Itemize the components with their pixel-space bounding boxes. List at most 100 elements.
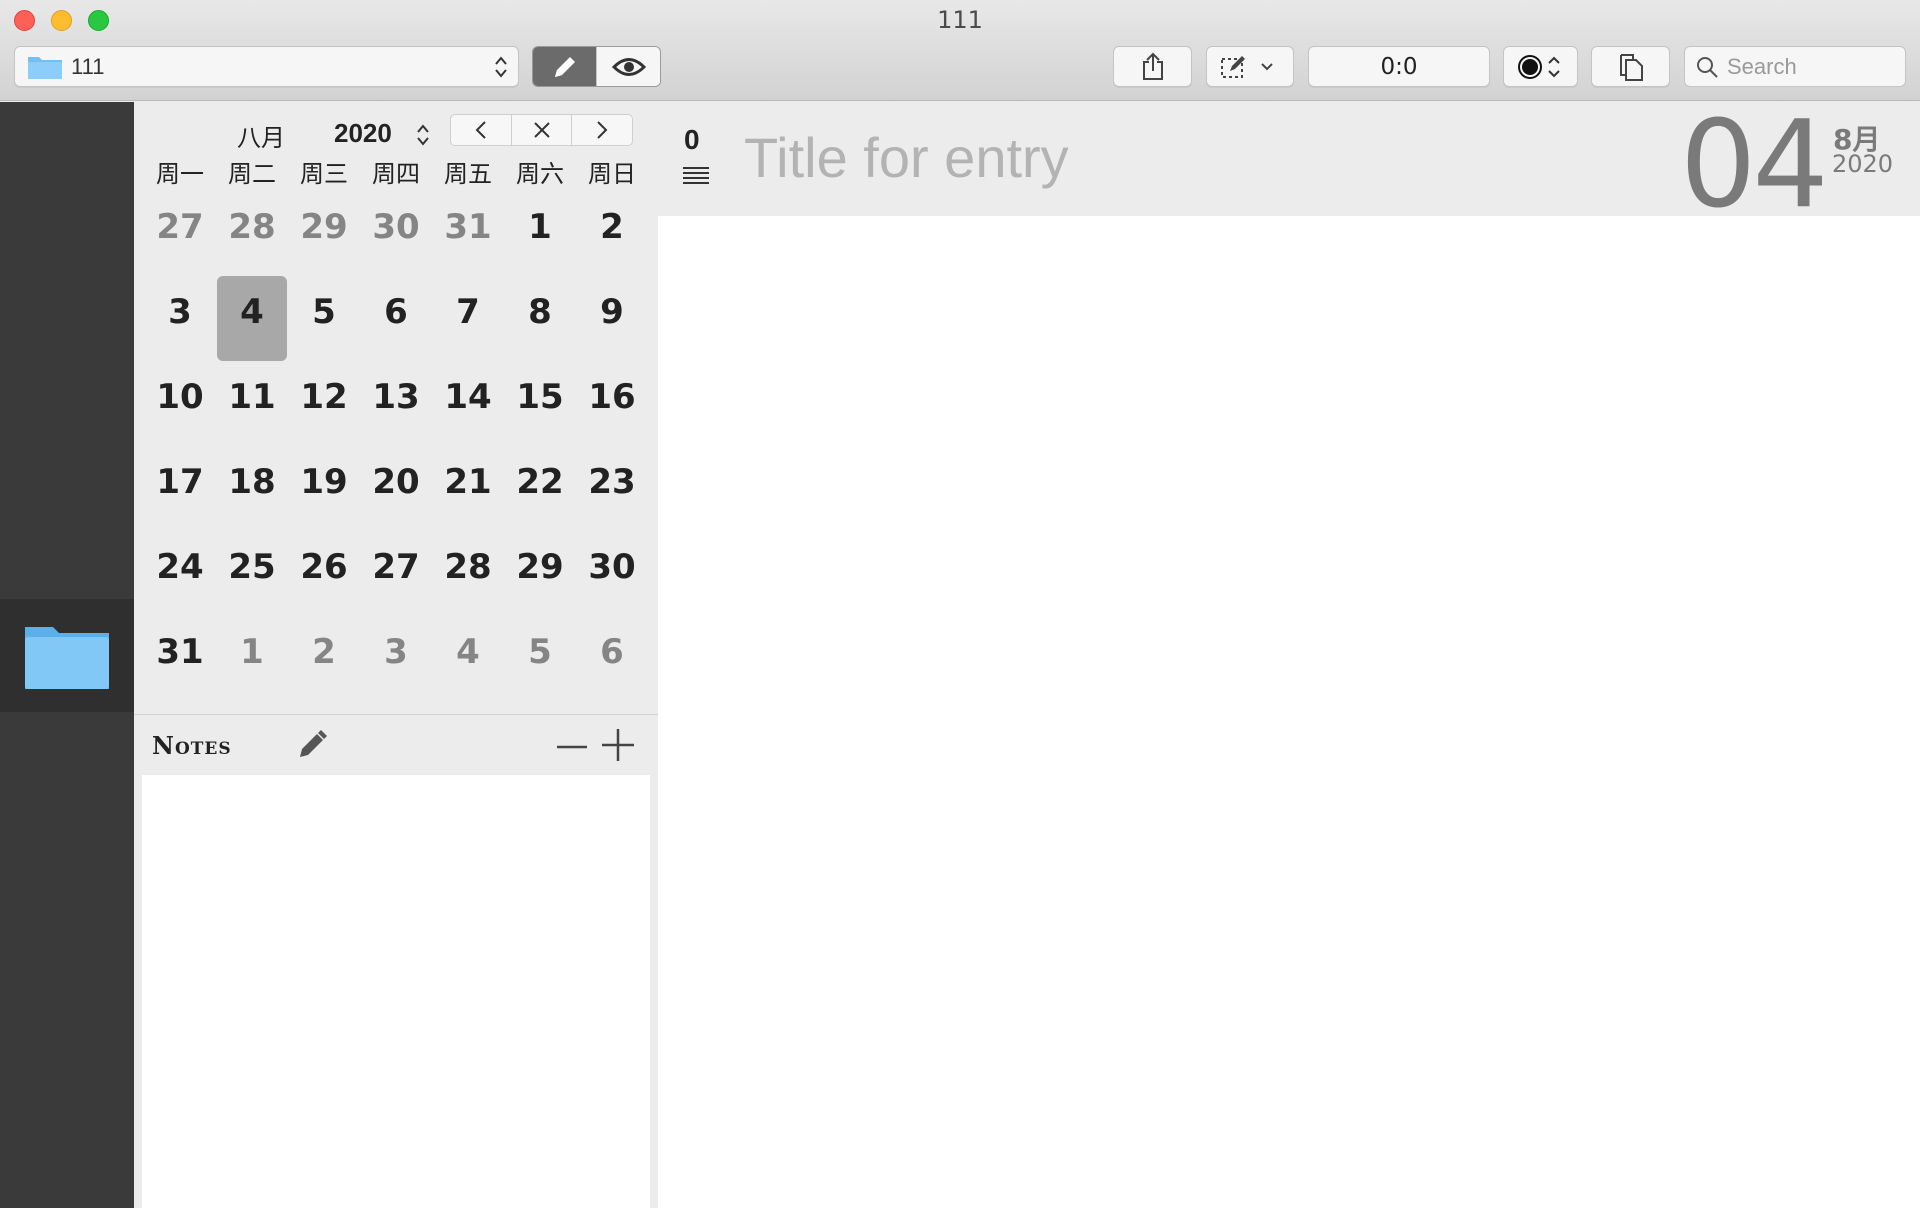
eye-icon bbox=[611, 57, 646, 76]
calendar-day[interactable]: 30 bbox=[360, 199, 432, 284]
calendar-day[interactable]: 30 bbox=[576, 539, 648, 624]
preview-mode-button[interactable] bbox=[596, 47, 660, 86]
color-selector[interactable] bbox=[1503, 46, 1578, 87]
weekday-label: 周一 bbox=[156, 160, 204, 188]
next-month-button[interactable] bbox=[571, 115, 632, 145]
calendar-day[interactable]: 13 bbox=[360, 369, 432, 454]
entry-header: 0 04 8月 2020 bbox=[658, 96, 1920, 235]
journal-sidebar bbox=[0, 102, 134, 1208]
folder-icon bbox=[28, 56, 62, 79]
word-count: 0 bbox=[684, 124, 700, 155]
copy-icon bbox=[1619, 53, 1643, 81]
updown-chevron-icon bbox=[495, 56, 507, 78]
calendar-day[interactable]: 9 bbox=[576, 284, 648, 369]
calendar-day[interactable]: 27 bbox=[360, 539, 432, 624]
journal-selector[interactable]: 111 bbox=[14, 46, 519, 87]
calendar-day[interactable]: 25 bbox=[216, 539, 288, 624]
notes-area[interactable] bbox=[142, 775, 650, 1208]
weekday-label: 周日 bbox=[588, 160, 636, 188]
edit-mode-button[interactable] bbox=[533, 47, 596, 86]
calendar-day[interactable]: 12 bbox=[288, 369, 360, 454]
calendar-day[interactable]: 14 bbox=[432, 369, 504, 454]
calendar-year-label: 2020 bbox=[334, 118, 392, 148]
calendar-day[interactable]: 27 bbox=[144, 199, 216, 284]
calendar-day[interactable]: 3 bbox=[144, 284, 216, 369]
calendar-day[interactable]: 16 bbox=[576, 369, 648, 454]
counter-display[interactable]: 0:0 bbox=[1308, 46, 1490, 87]
calendar-day[interactable]: 18 bbox=[216, 454, 288, 539]
remove-note-button[interactable] bbox=[556, 731, 588, 763]
lines-icon bbox=[683, 167, 709, 184]
add-note-button[interactable] bbox=[600, 727, 636, 763]
today-button[interactable] bbox=[510, 115, 572, 145]
pencil-icon bbox=[554, 56, 575, 77]
weekday-label: 周六 bbox=[516, 160, 564, 188]
calendar-day[interactable]: 17 bbox=[144, 454, 216, 539]
calendar-day[interactable]: 6 bbox=[576, 624, 648, 709]
prev-month-button[interactable] bbox=[451, 115, 511, 145]
calendar-day[interactable]: 1 bbox=[504, 199, 576, 284]
notes-title: Notes bbox=[152, 731, 232, 760]
search-icon bbox=[1697, 56, 1718, 78]
calendar-month-label: 八月 bbox=[237, 124, 285, 152]
calendar-day[interactable]: 31 bbox=[432, 199, 504, 284]
calendar-day[interactable]: 2 bbox=[576, 199, 648, 284]
calendar-day[interactable]: 7 bbox=[432, 284, 504, 369]
calendar-day[interactable]: 24 bbox=[144, 539, 216, 624]
calendar-day-selected[interactable]: 4 bbox=[217, 276, 287, 361]
calendar-day[interactable]: 15 bbox=[504, 369, 576, 454]
folder-icon bbox=[25, 626, 109, 689]
calendar-day[interactable]: 20 bbox=[360, 454, 432, 539]
calendar-nav bbox=[450, 114, 633, 146]
share-icon bbox=[1142, 52, 1163, 80]
calendar-day[interactable]: 31 bbox=[144, 624, 216, 709]
calendar-day[interactable]: 19 bbox=[288, 454, 360, 539]
calendar-day[interactable]: 23 bbox=[576, 454, 648, 539]
mode-toggle bbox=[532, 46, 661, 87]
calendar-day[interactable]: 5 bbox=[288, 284, 360, 369]
weekday-label: 周三 bbox=[300, 160, 348, 188]
search-field[interactable] bbox=[1684, 46, 1906, 87]
color-dot-icon bbox=[1517, 54, 1560, 79]
edit-dropdown-icon bbox=[1221, 55, 1273, 78]
calendar-day[interactable]: 21 bbox=[432, 454, 504, 539]
search-input[interactable] bbox=[1727, 53, 1897, 80]
entry-year: 2020 bbox=[1832, 150, 1894, 178]
notes-header: Notes bbox=[134, 714, 658, 774]
calendar-day[interactable]: 26 bbox=[288, 539, 360, 624]
calendar-day[interactable]: 6 bbox=[360, 284, 432, 369]
chevron-left-icon bbox=[475, 121, 486, 139]
entry-title-input[interactable] bbox=[744, 122, 1544, 192]
calendar-day[interactable]: 28 bbox=[216, 199, 288, 284]
calendar-day[interactable]: 29 bbox=[288, 199, 360, 284]
edit-options-dropdown[interactable] bbox=[1206, 46, 1294, 87]
calendar-days-grid: 27 28 29 30 31 1 2 3 4 5 6 7 8 9 10 11 12 13 14 15 16 17 18 19 2… bbox=[144, 199, 648, 709]
weekday-label: 周五 bbox=[444, 160, 492, 188]
entry-editor[interactable] bbox=[658, 216, 1920, 1208]
weekday-label: 周四 bbox=[372, 160, 420, 188]
title-bar: 111 111 0:0 Search bbox=[0, 0, 1920, 101]
calendar-day[interactable]: 22 bbox=[504, 454, 576, 539]
year-stepper-icon[interactable] bbox=[416, 122, 430, 148]
journal-selector-label: 111 bbox=[71, 53, 105, 79]
sidebar-journal-folder[interactable] bbox=[0, 599, 134, 712]
calendar-day[interactable]: 4 bbox=[432, 624, 504, 709]
copy-button[interactable] bbox=[1591, 46, 1670, 87]
pencil-icon[interactable] bbox=[296, 729, 328, 761]
calendar-day[interactable]: 8 bbox=[504, 284, 576, 369]
calendar-day[interactable]: 10 bbox=[144, 369, 216, 454]
calendar-day[interactable]: 29 bbox=[504, 539, 576, 624]
calendar-day[interactable]: 11 bbox=[216, 369, 288, 454]
share-button[interactable] bbox=[1113, 46, 1192, 87]
calendar-day[interactable]: 28 bbox=[432, 539, 504, 624]
entry-day: 04 bbox=[1680, 96, 1829, 235]
chevron-right-icon bbox=[597, 121, 608, 139]
close-icon bbox=[533, 122, 550, 138]
calendar-day[interactable]: 3 bbox=[360, 624, 432, 709]
calendar-day[interactable]: 1 bbox=[216, 624, 288, 709]
calendar-panel: 八月 2020 周一 周二 周三 周四 周五 周六 周日 27 28 29 30 31 1 2 3 4 5 6 7… bbox=[134, 102, 658, 714]
weekday-header: 周一 周二 周三 周四 周五 周六 周日 bbox=[144, 154, 648, 189]
calendar-day[interactable]: 5 bbox=[504, 624, 576, 709]
window-title: 111 bbox=[937, 6, 983, 34]
calendar-day[interactable]: 2 bbox=[288, 624, 360, 709]
